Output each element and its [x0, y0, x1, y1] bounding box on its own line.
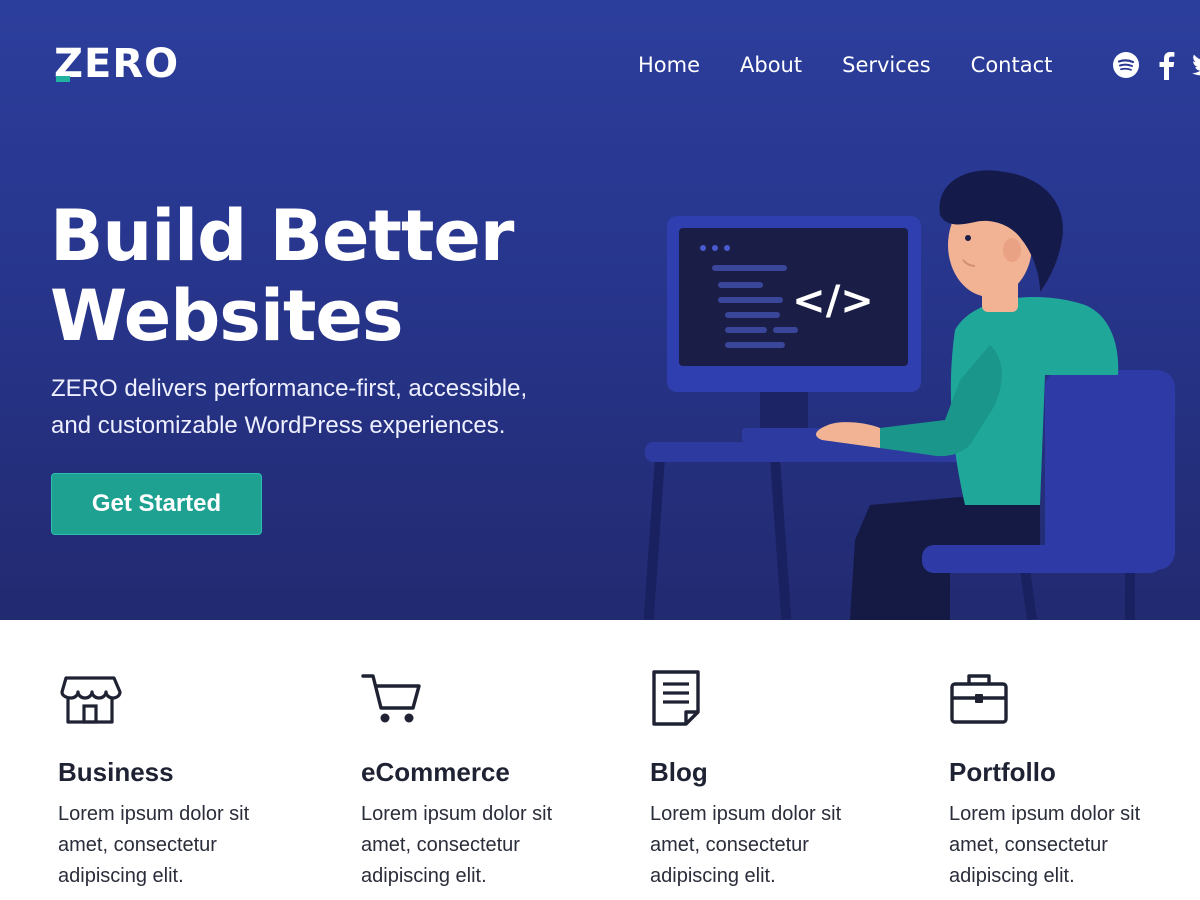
- nav-contact[interactable]: Contact: [971, 48, 1053, 82]
- facebook-icon[interactable]: [1152, 51, 1180, 80]
- hero-subline: ZERO delivers performance-first, accessi…: [51, 370, 611, 444]
- nav-services[interactable]: Services: [842, 48, 931, 82]
- feature-title: Business: [58, 757, 174, 787]
- main-nav: Home About Services Contact: [638, 48, 1052, 82]
- hero-headline: Build Better Websites: [50, 196, 610, 356]
- headline-line-2: Websites: [50, 275, 404, 357]
- hero-section: ZERO Home About Services Contact Build B…: [0, 0, 1200, 620]
- feature-description: Lorem ipsum dolor sit amet, consectetur …: [58, 803, 250, 887]
- social-links: [1112, 48, 1200, 82]
- headline-line-1: Build Better: [50, 195, 514, 277]
- get-started-button[interactable]: Get Started: [51, 473, 262, 535]
- shopping-cart-icon: [361, 674, 421, 723]
- feature-ecommerce: eCommerce Lorem ipsum dolor sit amet, co…: [361, 670, 601, 892]
- logo-text: ZERO: [54, 41, 180, 87]
- nav-home[interactable]: Home: [638, 48, 700, 82]
- feature-portfolio: Portfollo Lorem ipsum dolor sit amet, co…: [949, 670, 1189, 892]
- feature-title: Blog: [650, 757, 708, 787]
- document-icon: [652, 670, 700, 726]
- twitter-icon[interactable]: [1192, 51, 1200, 79]
- feature-description: Lorem ipsum dolor sit amet, consectetur …: [949, 803, 1141, 887]
- nav-about[interactable]: About: [740, 48, 802, 82]
- logo-accent: [56, 76, 70, 82]
- developer-illustration: </>: [643, 170, 1175, 620]
- subline-line-1: ZERO delivers performance-first, accessi…: [51, 375, 528, 402]
- feature-description: Lorem ipsum dolor sit amet, consectetur …: [361, 803, 553, 887]
- briefcase-icon: [950, 674, 1008, 724]
- logo[interactable]: ZERO: [54, 40, 179, 88]
- spotify-icon[interactable]: [1112, 51, 1140, 79]
- feature-business: Business Lorem ipsum dolor sit amet, con…: [58, 670, 298, 892]
- features-section: Business Lorem ipsum dolor sit amet, con…: [0, 620, 1200, 900]
- feature-title: eCommerce: [361, 757, 510, 787]
- feature-title: Portfollo: [949, 757, 1056, 787]
- storefront-icon: [60, 676, 122, 724]
- subline-line-2: and customizable WordPress experiences.: [51, 412, 506, 439]
- feature-description: Lorem ipsum dolor sit amet, consectetur …: [650, 803, 842, 887]
- code-symbol: </>: [792, 278, 874, 324]
- feature-blog: Blog Lorem ipsum dolor sit amet, consect…: [650, 670, 890, 892]
